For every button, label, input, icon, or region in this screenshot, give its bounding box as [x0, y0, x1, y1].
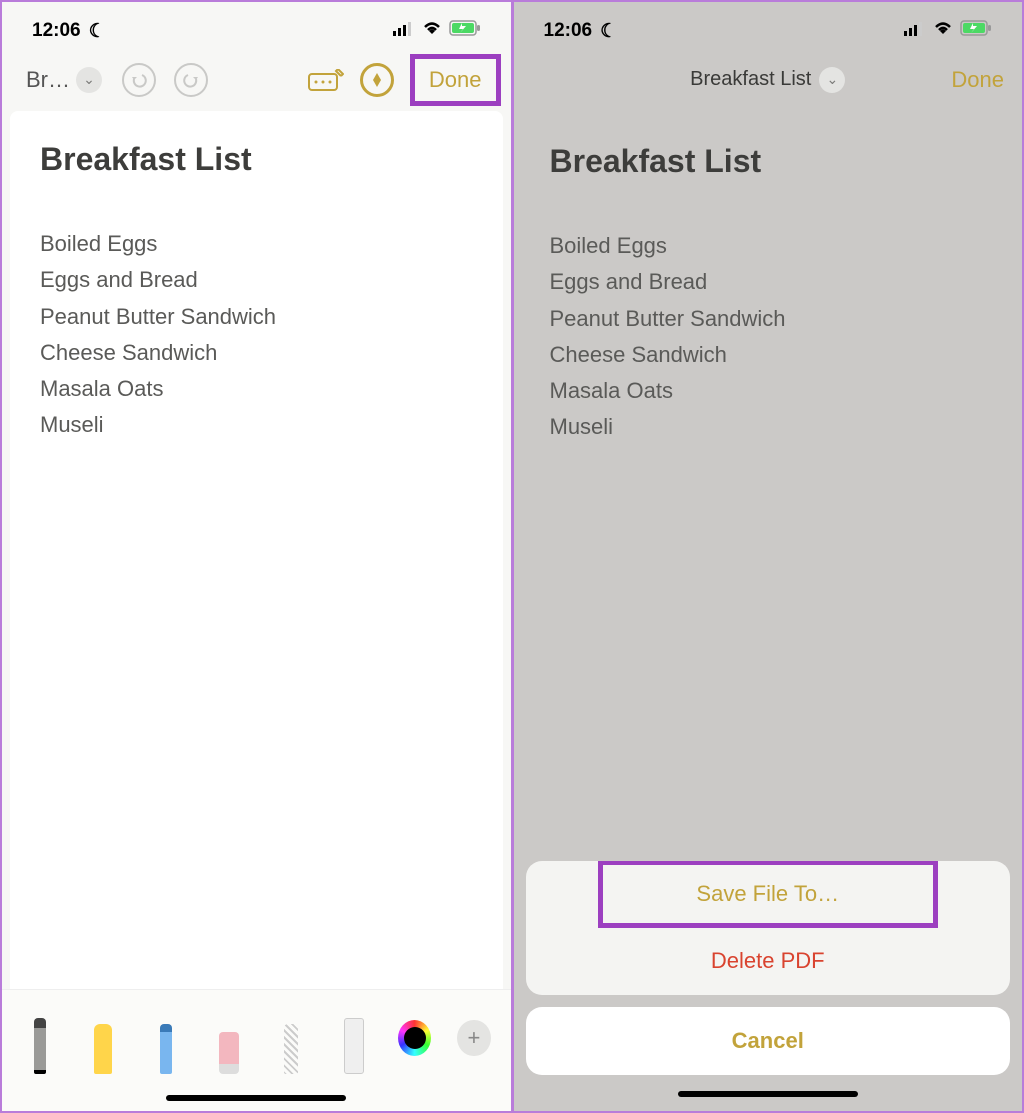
- done-button[interactable]: Done: [951, 67, 1004, 93]
- battery-icon: [449, 20, 481, 42]
- header: Breakfast List ⌄ Done: [514, 52, 1023, 107]
- color-picker[interactable]: [398, 1020, 431, 1056]
- home-indicator[interactable]: [514, 1081, 1023, 1107]
- wifi-icon: [421, 20, 443, 42]
- list-item: Museli: [40, 407, 473, 443]
- list-item: Masala Oats: [40, 371, 473, 407]
- list-item: Cheese Sandwich: [550, 337, 987, 373]
- chevron-down-icon[interactable]: ⌄: [819, 67, 845, 93]
- autofill-icon[interactable]: [308, 69, 344, 91]
- done-button[interactable]: Done: [410, 54, 501, 106]
- pen-tool[interactable]: [22, 1002, 59, 1074]
- battery-icon: [960, 20, 992, 42]
- add-tool-button[interactable]: +: [457, 1020, 490, 1056]
- list-item: Masala Oats: [550, 373, 987, 409]
- list-item: Museli: [550, 409, 987, 445]
- left-screenshot: 12:06 ☾ Br… ⌄: [2, 2, 511, 1111]
- cellular-icon: [904, 20, 926, 42]
- note-title: Breakfast List: [40, 141, 473, 178]
- ruler-tool[interactable]: [336, 1002, 373, 1074]
- save-file-to-button[interactable]: Save File To…: [598, 861, 939, 928]
- list-item: Eggs and Bread: [550, 264, 987, 300]
- delete-pdf-button[interactable]: Delete PDF: [526, 927, 1011, 995]
- list-item: Cheese Sandwich: [40, 335, 473, 371]
- home-indicator[interactable]: [2, 1085, 511, 1111]
- back-label: Br…: [26, 67, 70, 93]
- status-bar: 12:06 ☾: [514, 2, 1023, 52]
- lasso-tool[interactable]: [273, 1002, 310, 1074]
- list-item: Boiled Eggs: [40, 226, 473, 262]
- pencil-tool[interactable]: [147, 1002, 184, 1074]
- note-list: Boiled Eggs Eggs and Bread Peanut Butter…: [550, 228, 987, 446]
- markup-toolbar: Br… ⌄ Done: [2, 52, 511, 107]
- list-item: Peanut Butter Sandwich: [40, 299, 473, 335]
- status-time: 12:06: [32, 20, 81, 42]
- list-item: Boiled Eggs: [550, 228, 987, 264]
- status-bar: 12:06 ☾: [2, 2, 511, 52]
- note-content[interactable]: Breakfast List Boiled Eggs Eggs and Brea…: [10, 111, 503, 989]
- highlighter-tool[interactable]: [85, 1002, 122, 1074]
- page-title: Breakfast List: [690, 68, 811, 91]
- eraser-tool[interactable]: [210, 1002, 247, 1074]
- action-sheet: Save File To… Delete PDF Cancel: [514, 861, 1023, 1111]
- undo-button[interactable]: [122, 63, 156, 97]
- chevron-down-icon: ⌄: [76, 67, 102, 93]
- list-item: Peanut Butter Sandwich: [550, 301, 987, 337]
- wifi-icon: [932, 20, 954, 42]
- markup-pen-icon[interactable]: [360, 63, 394, 97]
- cellular-icon: [393, 20, 415, 42]
- back-button[interactable]: Br… ⌄: [26, 67, 102, 93]
- note-list: Boiled Eggs Eggs and Bread Peanut Butter…: [40, 226, 473, 444]
- do-not-disturb-icon: ☾: [89, 20, 106, 43]
- list-item: Eggs and Bread: [40, 262, 473, 298]
- status-time: 12:06: [544, 20, 593, 42]
- cancel-button[interactable]: Cancel: [526, 1007, 1011, 1075]
- markup-tool-tray: +: [2, 989, 511, 1085]
- right-screenshot: 12:06 ☾ Breakfast List ⌄ Done Breakfast …: [514, 2, 1023, 1111]
- do-not-disturb-icon: ☾: [600, 20, 617, 43]
- redo-button[interactable]: [174, 63, 208, 97]
- note-title: Breakfast List: [550, 143, 987, 180]
